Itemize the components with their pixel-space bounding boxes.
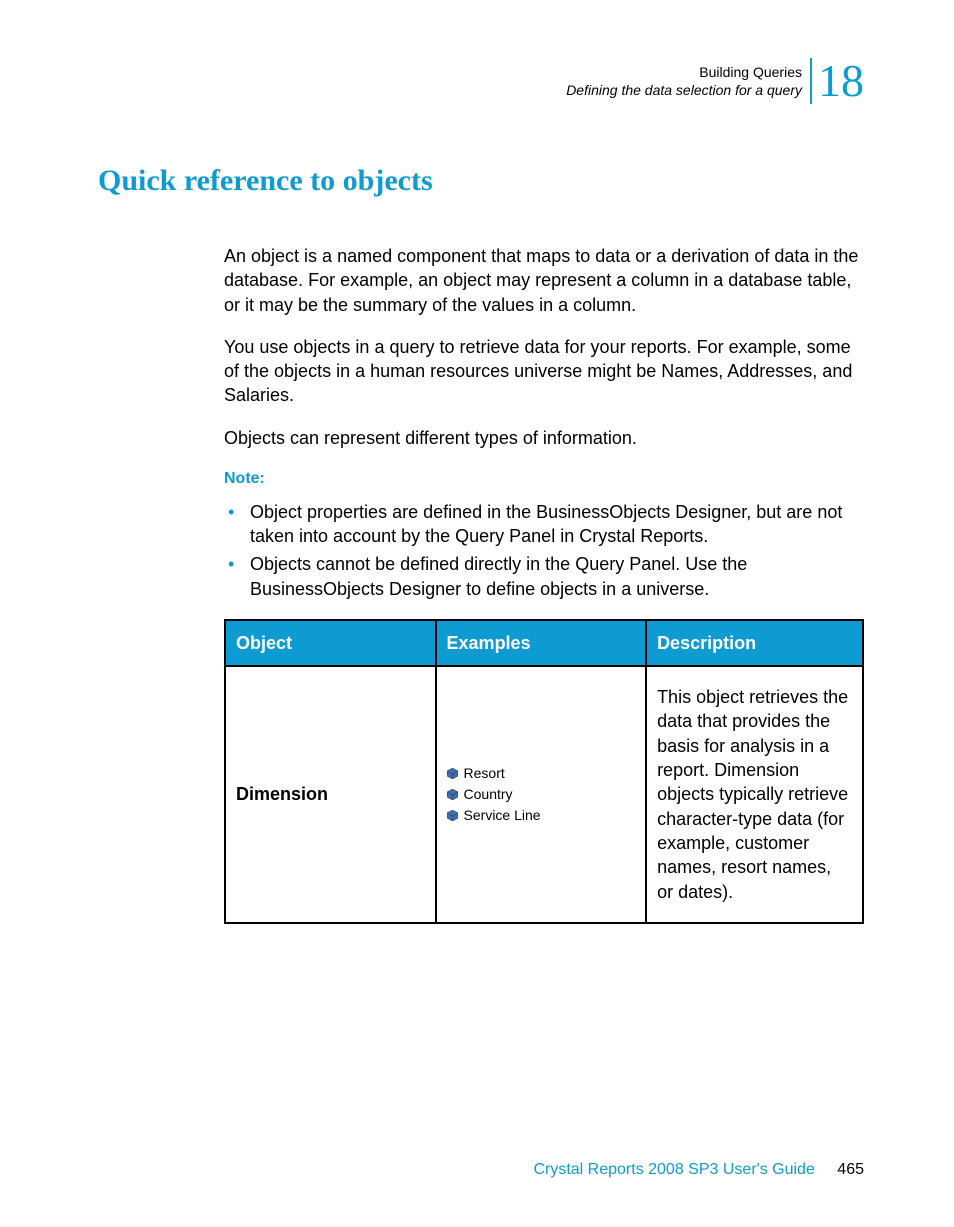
example-label: Country: [464, 785, 513, 804]
paragraph-2: You use objects in a query to retrieve d…: [224, 335, 864, 408]
table-header-examples: Examples: [436, 620, 647, 666]
footer-page-number: 465: [837, 1161, 864, 1178]
note-bullet-2: Objects cannot be defined directly in th…: [224, 552, 864, 601]
cell-object: Dimension: [225, 666, 436, 923]
example-item: Resort: [447, 764, 636, 783]
page-footer: Crystal Reports 2008 SP3 User's Guide 46…: [0, 1161, 864, 1179]
example-list: Resort Country: [447, 764, 636, 825]
cube-icon: [447, 768, 458, 779]
page-title: Quick reference to objects: [98, 164, 864, 198]
header-text: Building Queries Defining the data selec…: [566, 63, 802, 99]
cube-icon: [447, 810, 458, 821]
chapter-number: 18: [810, 58, 864, 104]
footer-title: Crystal Reports 2008 SP3 User's Guide: [533, 1161, 814, 1178]
table-header-row: Object Examples Description: [225, 620, 863, 666]
paragraph-1: An object is a named component that maps…: [224, 244, 864, 317]
table-header-object: Object: [225, 620, 436, 666]
header-line1: Building Queries: [566, 63, 802, 81]
body-content: An object is a named component that maps…: [224, 244, 864, 924]
paragraph-3: Objects can represent different types of…: [224, 426, 864, 450]
cell-description: This object retrieves the data that prov…: [646, 666, 863, 923]
example-item: Country: [447, 785, 636, 804]
table-header-description: Description: [646, 620, 863, 666]
note-bullet-1: Object properties are defined in the Bus…: [224, 500, 864, 549]
cube-icon: [447, 789, 458, 800]
page-header: Building Queries Defining the data selec…: [98, 58, 864, 104]
note-bullet-list: Object properties are defined in the Bus…: [224, 500, 864, 601]
example-label: Resort: [464, 764, 505, 783]
example-item: Service Line: [447, 806, 636, 825]
note-label: Note:: [224, 468, 864, 490]
table-row: Dimension Resort: [225, 666, 863, 923]
objects-table: Object Examples Description Dimension: [224, 619, 864, 924]
example-label: Service Line: [464, 806, 541, 825]
header-line2: Defining the data selection for a query: [566, 81, 802, 99]
cell-examples: Resort Country: [436, 666, 647, 923]
